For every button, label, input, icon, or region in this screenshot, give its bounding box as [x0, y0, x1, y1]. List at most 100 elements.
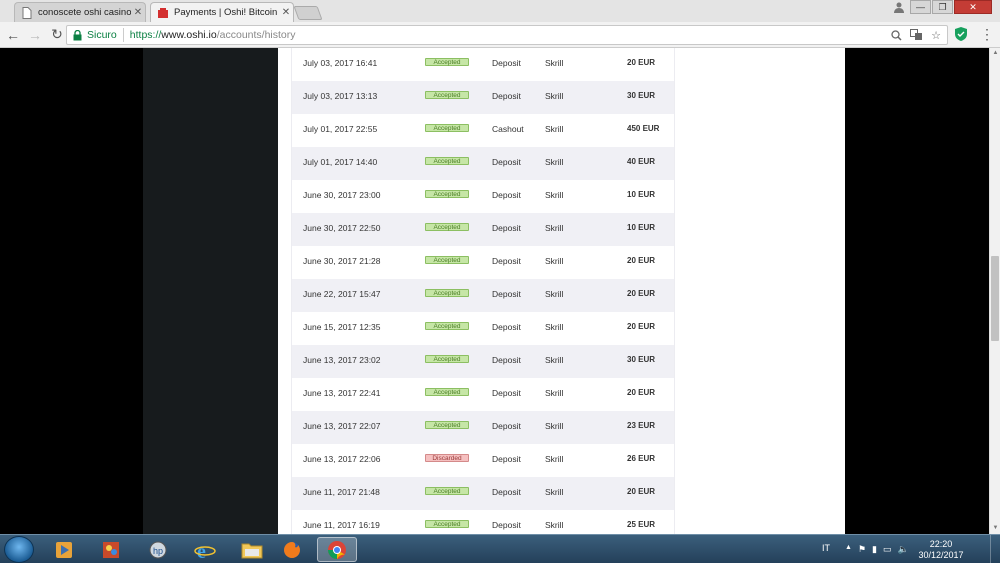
status-badge: Accepted [425, 487, 469, 495]
table-row: June 22, 2017 15:47 Accepted Deposit Skrill… [292, 279, 674, 312]
transaction-date: July 03, 2017 16:41 [303, 58, 378, 68]
transactions-table: July 03, 2017 16:41 Accepted Deposit Skrill… [291, 48, 675, 534]
main-content: July 03, 2017 16:41 Accepted Deposit Skrill… [278, 48, 845, 534]
volume-icon[interactable]: 🔈 [897, 544, 908, 555]
table-row: June 13, 2017 23:02 Accepted Deposit Skrill… [292, 345, 674, 378]
status-badge: Accepted [425, 520, 469, 528]
firefox-icon[interactable] [272, 537, 312, 562]
tab-payments-oshi[interactable]: Payments | Oshi! Bitcoin ✕ [150, 2, 294, 22]
scroll-up-arrow-icon[interactable]: ▲ [990, 48, 1000, 59]
transaction-amount: 20 EUR [627, 289, 656, 298]
maximize-button[interactable]: ❐ [932, 0, 953, 14]
transaction-amount: 40 EUR [627, 157, 656, 166]
extension-shield-icon[interactable] [955, 27, 967, 46]
transaction-amount: 30 EUR [627, 355, 656, 364]
window-controls: — ❐ ✕ [889, 0, 992, 14]
status-badge: Accepted [425, 256, 469, 264]
transaction-type: Deposit [492, 91, 521, 101]
paint-icon[interactable] [91, 537, 131, 562]
chrome-icon[interactable] [317, 537, 357, 562]
translate-icon[interactable] [909, 28, 923, 42]
transaction-date: June 30, 2017 22:50 [303, 223, 381, 233]
transaction-date: June 15, 2017 12:35 [303, 322, 381, 332]
transaction-amount: 20 EUR [627, 256, 656, 265]
windows-taskbar: hp e IT ▲ ⚑ ▮ ▭ 🔈 22:20 30/12/2017 [0, 534, 1000, 563]
status-badge: Accepted [425, 355, 469, 363]
transaction-date: June 11, 2017 21:48 [303, 487, 380, 497]
payment-method: Skrill [545, 454, 564, 464]
close-icon[interactable]: ✕ [131, 7, 145, 18]
search-icon[interactable] [889, 28, 903, 42]
back-button[interactable]: ← [4, 26, 22, 44]
scroll-thumb[interactable] [991, 256, 999, 341]
transaction-amount: 20 EUR [627, 58, 656, 67]
status-badge: Accepted [425, 223, 469, 231]
tray-icons: ▲ ⚑ ▮ ▭ 🔈 [845, 544, 909, 555]
clock[interactable]: 22:20 30/12/2017 [916, 539, 966, 561]
payment-method: Skrill [545, 157, 564, 167]
table-row: June 13, 2017 22:06 Discarded Deposit Skril… [292, 444, 674, 477]
omnibox-actions: ☆ [889, 27, 943, 43]
payment-method: Skrill [545, 91, 564, 101]
svg-text:e: e [197, 541, 206, 561]
clock-time: 22:20 [929, 539, 953, 549]
oshi-favicon-icon [157, 7, 169, 19]
payment-method: Skrill [545, 520, 564, 530]
minimize-button[interactable]: — [910, 0, 931, 14]
table-row: July 03, 2017 13:13 Accepted Deposit Skrill… [292, 81, 674, 114]
tab-conoscete-oshi[interactable]: conoscete oshi casino? - ✕ [14, 2, 146, 22]
reload-button[interactable]: ↻ [48, 26, 66, 44]
table-row: June 15, 2017 12:35 Accepted Deposit Skrill… [292, 312, 674, 345]
hp-icon[interactable]: hp [138, 537, 178, 562]
show-hidden-icons-icon[interactable]: ▲ [845, 544, 852, 555]
media-center-icon[interactable] [44, 537, 84, 562]
language-indicator[interactable]: IT [822, 543, 830, 553]
secure-label: Sicuro [87, 29, 117, 41]
table-row: July 01, 2017 14:40 Accepted Deposit Skrill… [292, 147, 674, 180]
transaction-type: Deposit [492, 520, 521, 530]
payment-method: Skrill [545, 355, 564, 365]
show-desktop-button[interactable] [990, 535, 1000, 563]
network-icon[interactable]: ▮ [872, 544, 877, 555]
transaction-type: Deposit [492, 421, 521, 431]
scroll-down-arrow-icon[interactable]: ▼ [990, 523, 1000, 534]
status-badge: Accepted [425, 289, 469, 297]
table-row: July 01, 2017 22:55 Accepted Cashout Skrill… [292, 114, 674, 147]
table-row: June 13, 2017 22:07 Accepted Deposit Skrill… [292, 411, 674, 444]
menu-icon[interactable]: ⋮ [980, 26, 994, 43]
close-window-button[interactable]: ✕ [954, 0, 992, 14]
battery-icon[interactable]: ▭ [883, 544, 892, 555]
transaction-amount: 10 EUR [627, 223, 656, 232]
file-explorer-icon[interactable] [232, 537, 272, 562]
tab-title: Payments | Oshi! Bitcoin [174, 7, 278, 18]
transaction-amount: 30 EUR [627, 91, 656, 100]
lock-icon [73, 29, 83, 41]
bookmark-star-icon[interactable]: ☆ [929, 28, 943, 42]
status-badge: Accepted [425, 91, 469, 99]
url-scheme: https:// [129, 29, 162, 41]
user-profile-icon[interactable] [889, 0, 909, 14]
forward-button[interactable]: → [26, 26, 44, 44]
new-tab-button[interactable] [293, 6, 323, 20]
start-button[interactable] [4, 536, 34, 563]
transaction-date: July 01, 2017 22:55 [303, 124, 378, 134]
close-icon[interactable]: ✕ [279, 7, 293, 18]
transaction-type: Cashout [492, 124, 524, 134]
svg-text:hp: hp [153, 546, 163, 556]
table-row: June 13, 2017 22:41 Accepted Deposit Skrill… [292, 378, 674, 411]
transaction-date: July 03, 2017 13:13 [303, 91, 378, 101]
status-badge: Accepted [425, 322, 469, 330]
transaction-date: July 01, 2017 14:40 [303, 157, 378, 167]
page-scrollbar[interactable]: ▲ ▼ [989, 48, 1000, 534]
transaction-type: Deposit [492, 487, 521, 497]
table-row: June 30, 2017 23:00 Accepted Deposit Skrill… [292, 180, 674, 213]
transaction-amount: 20 EUR [627, 487, 656, 496]
transaction-type: Deposit [492, 388, 521, 398]
internet-explorer-icon[interactable]: e [185, 537, 225, 562]
payment-method: Skrill [545, 487, 564, 497]
transaction-date: June 22, 2017 15:47 [303, 289, 381, 299]
address-bar[interactable]: Sicuro https:// www.oshi.io /accounts/hi… [66, 25, 948, 45]
status-badge: Accepted [425, 157, 469, 165]
flag-icon[interactable]: ⚑ [858, 544, 866, 555]
transaction-date: June 13, 2017 22:07 [303, 421, 381, 431]
